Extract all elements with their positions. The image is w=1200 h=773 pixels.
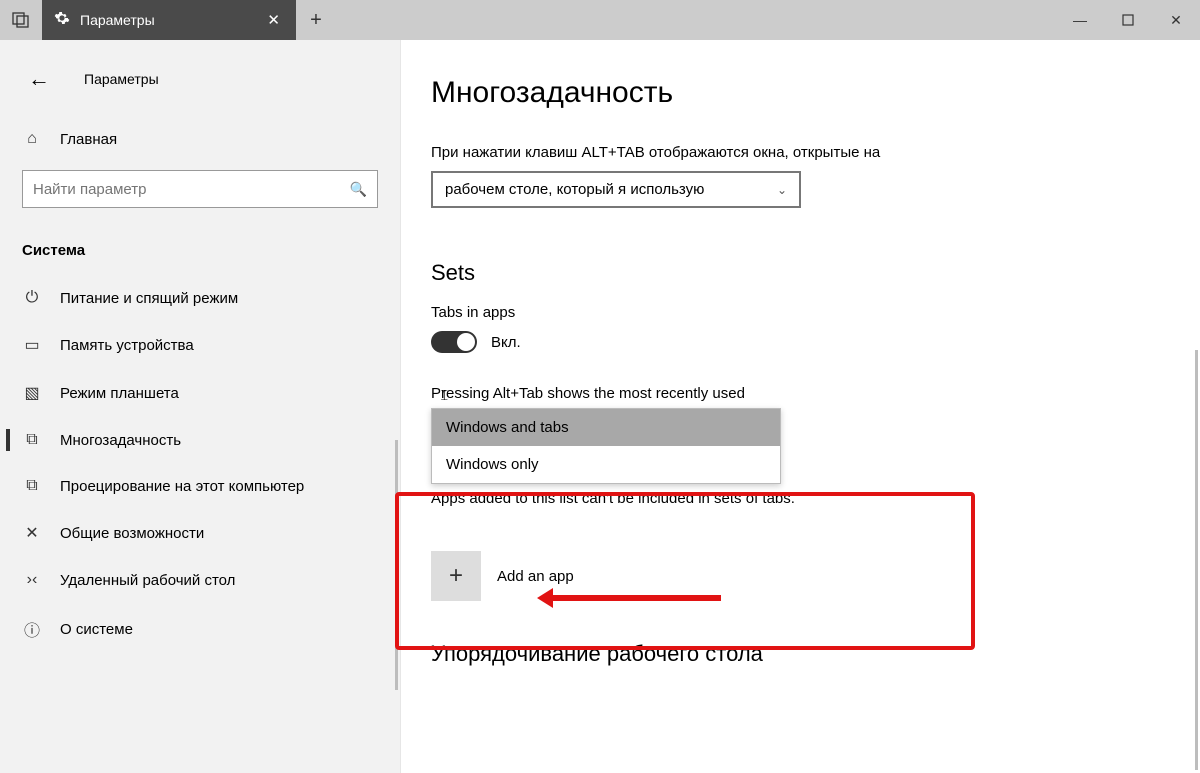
alt-tab-shows-dropdown[interactable]: Windows and tabs Windows only: [431, 408, 781, 484]
page-title: Многозадачность: [431, 76, 1200, 110]
sidebar-item-label: Общие возможности: [60, 525, 204, 542]
sidebar-item-power[interactable]: ⏻ Питание и спящий режим: [0, 275, 400, 321]
multitasking-icon: ⧉: [22, 431, 42, 449]
add-tab-button[interactable]: +: [296, 0, 336, 40]
alt-tab-virtualdesktop-dropdown[interactable]: рабочем столе, который я использую ⌄: [431, 171, 801, 208]
sidebar-item-remote[interactable]: ›‹ Удаленный рабочий стол: [0, 557, 400, 603]
sidebar-item-label: О системе: [60, 621, 133, 638]
tab-settings[interactable]: Параметры ✕: [42, 0, 296, 40]
add-app-label: Add an app: [497, 568, 574, 585]
tabs-in-apps-toggle[interactable]: [431, 331, 477, 353]
tablet-icon: ▧: [22, 383, 42, 403]
excluded-apps-label: Apps added to this list can't be include…: [431, 490, 1200, 507]
sidebar-item-label: Главная: [60, 131, 117, 148]
search-input[interactable]: [33, 181, 350, 198]
home-icon: ⌂: [22, 130, 42, 148]
window-controls: — ✕: [1056, 0, 1200, 40]
dropdown-option-windows-only[interactable]: Windows only: [432, 446, 780, 483]
dropdown-option-windows-and-tabs[interactable]: Windows and tabs: [432, 409, 780, 446]
main-panel: Многозадачность При нажатии клавиш ALT+T…: [400, 40, 1200, 773]
remote-icon: ›‹: [22, 571, 42, 589]
search-icon: 🔍: [350, 181, 367, 198]
sidebar-home[interactable]: ⌂ Главная: [0, 116, 400, 162]
tabs-in-apps-label: Tabs in apps: [431, 304, 1200, 321]
sidebar-item-label: Проецирование на этот компьютер: [60, 478, 304, 495]
sidebar-item-label: Память устройства: [60, 337, 194, 354]
sidebar-item-label: Многозадачность: [60, 432, 181, 449]
sidebar: ← Параметры ⌂ Главная 🔍 Система ⏻ Питани…: [0, 40, 400, 773]
main-scrollbar[interactable]: [1195, 350, 1198, 770]
sidebar-item-label: Удаленный рабочий стол: [60, 572, 235, 589]
minimize-button[interactable]: —: [1056, 0, 1104, 40]
add-app-button[interactable]: +: [431, 551, 481, 601]
sidebar-item-tablet[interactable]: ▧ Режим планшета: [0, 369, 400, 417]
maximize-button[interactable]: [1104, 0, 1152, 40]
storage-icon: ▭: [22, 335, 42, 355]
tab-title: Параметры: [80, 12, 253, 28]
sidebar-item-projecting[interactable]: ⧉ Проецирование на этот компьютер: [0, 463, 400, 509]
sets-heading: Sets: [431, 260, 1200, 286]
sidebar-item-shared[interactable]: ✕ Общие возможности: [0, 509, 400, 557]
close-window-button[interactable]: ✕: [1152, 0, 1200, 40]
back-button[interactable]: ←: [20, 62, 58, 96]
alt-tab-desc: При нажатии клавиш ALT+TAB отображаются …: [431, 144, 1200, 161]
sidebar-category: Система: [0, 226, 400, 275]
chevron-down-icon: ⌄: [777, 183, 787, 197]
power-icon: ⏻: [22, 289, 42, 307]
projecting-icon: ⧉: [22, 477, 42, 495]
sidebar-item-label: Режим планшета: [60, 385, 179, 402]
alt-tab-shows-label: Pressing Alt+Tab shows the most recently…: [431, 385, 1200, 402]
search-box[interactable]: 🔍: [22, 170, 378, 208]
close-tab-icon[interactable]: ✕: [263, 7, 284, 33]
dropdown-value: рабочем столе, который я использую: [445, 181, 704, 198]
taskview-icon[interactable]: [0, 0, 42, 40]
snap-heading: Упорядочивание рабочего стола: [431, 641, 1200, 667]
toggle-state-label: Вкл.: [491, 334, 521, 351]
sidebar-scrollbar[interactable]: [395, 440, 398, 690]
sidebar-item-storage[interactable]: ▭ Память устройства: [0, 321, 400, 369]
shared-icon: ✕: [22, 523, 42, 543]
title-bar: Параметры ✕ + — ✕: [0, 0, 1200, 40]
breadcrumb: Параметры: [84, 71, 159, 87]
sidebar-item-multitasking[interactable]: ⧉ Многозадачность: [0, 417, 400, 463]
sidebar-item-label: Питание и спящий режим: [60, 290, 238, 307]
sidebar-item-about[interactable]: ⓘ О системе: [0, 603, 400, 655]
info-icon: ⓘ: [22, 617, 42, 641]
gear-icon: [54, 10, 70, 31]
